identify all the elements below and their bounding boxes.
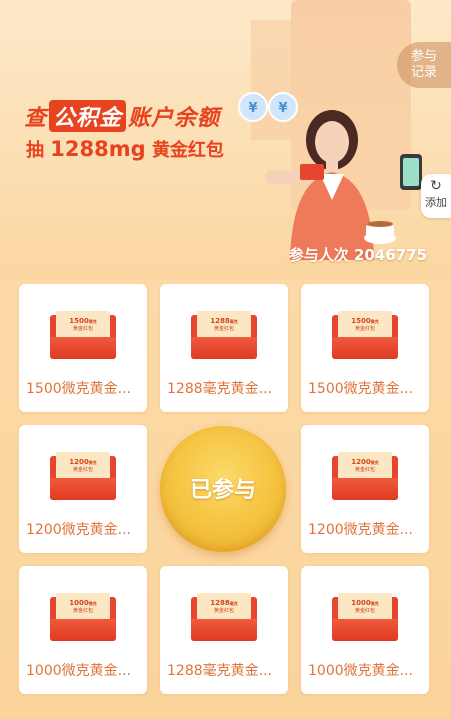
add-button[interactable]: ↻ 添加 (421, 174, 451, 218)
envelope-amount: 1500微克 (69, 317, 97, 325)
envelope-front (332, 478, 398, 500)
envelope-amount: 1288毫克 (210, 599, 238, 607)
envelope-front (332, 337, 398, 359)
prize-label: 1200微克黄金... (26, 522, 131, 538)
record-line2: 记录 (410, 65, 437, 80)
envelope-label: 黄金红包 (354, 326, 375, 332)
prize-label: 1288毫克黄金... (167, 381, 272, 397)
prize-card[interactable]: 1000微克 黄金红包 1000微克黄金... (19, 566, 147, 694)
envelope-front (50, 337, 116, 359)
prize-label: 1200微克黄金... (308, 522, 413, 538)
add-label: 添加 (425, 196, 447, 209)
envelope-label: 黄金红包 (72, 326, 93, 332)
envelope-amount: 1500微克 (351, 317, 379, 325)
prize-card[interactable]: 1288毫克 黄金红包 1288毫克黄金... (160, 284, 288, 412)
prize-card[interactable]: 1200微克 黄金红包 1200微克黄金... (19, 425, 147, 553)
prize-label: 1000微克黄金... (308, 663, 413, 679)
headline: 查公积金 账户余额 (24, 100, 220, 132)
prize-card[interactable]: 1200微克 黄金红包 1200微克黄金... (301, 425, 429, 553)
envelope-front (191, 337, 257, 359)
record-line1: 参与 (410, 49, 437, 64)
prize-card[interactable]: 1288毫克 黄金红包 1288毫克黄金... (160, 566, 288, 694)
red-envelope-icon: 1288毫克 黄金红包 (191, 593, 257, 641)
subline: 抽 1288mg 黄金红包 (26, 136, 224, 162)
participated-button[interactable]: 已参与 (158, 424, 288, 554)
envelope-amount: 1200微克 (351, 458, 379, 466)
red-envelope-icon: 1288毫克 黄金红包 (191, 311, 257, 359)
red-envelope-icon: 1000微克 黄金红包 (332, 593, 398, 641)
prize-label: 1000微克黄金... (26, 663, 131, 679)
headline-pre: 查 (24, 106, 48, 131)
envelope-label: 黄金红包 (213, 326, 234, 332)
envelope-amount: 1000微克 (351, 599, 379, 607)
envelope-label: 黄金红包 (72, 608, 93, 614)
red-envelope-icon: 1000微克 黄金红包 (50, 593, 116, 641)
envelope-label: 黄金红包 (354, 608, 375, 614)
prize-card[interactable]: 1500微克 黄金红包 1500微克黄金... (301, 284, 429, 412)
red-envelope-icon: 1200微克 黄金红包 (332, 452, 398, 500)
participant-count: 参与人次 2046775 (289, 244, 427, 265)
envelope-amount: 1000微克 (69, 599, 97, 607)
subline-post: 黄金红包 (151, 140, 224, 161)
envelope-front (50, 478, 116, 500)
envelope-label: 黄金红包 (72, 467, 93, 473)
envelope-amount: 1288毫克 (210, 317, 238, 325)
prize-label: 1500微克黄金... (308, 381, 413, 397)
prize-label: 1500微克黄金... (26, 381, 131, 397)
red-envelope-icon: 1500微克 黄金红包 (332, 311, 398, 359)
participated-label: 已参与 (189, 478, 256, 503)
prize-card[interactable]: 1500微克 黄金红包 1500微克黄金... (19, 284, 147, 412)
prize-card[interactable]: 1000微克 黄金红包 1000微克黄金... (301, 566, 429, 694)
participants-value: 2046775 (353, 246, 427, 264)
hero-banner: 查公积金 账户余额 抽 1288mg 黄金红包 ¥ ¥ 参与 记录 ↻ 添加 参与… (0, 0, 451, 280)
participation-record-button[interactable]: 参与 记录 (397, 42, 451, 88)
prize-label: 1288毫克黄金... (167, 663, 272, 679)
subline-pre: 抽 (26, 140, 44, 161)
envelope-front (332, 619, 398, 641)
envelope-front (50, 619, 116, 641)
participants-label: 参与人次 (288, 246, 349, 264)
headline-highlight: 公积金 (49, 100, 127, 132)
subline-amount: 1288mg (50, 137, 146, 161)
refresh-icon: ↻ (430, 178, 442, 194)
red-envelope-icon: 1500微克 黄金红包 (50, 311, 116, 359)
headline-post: 账户余额 (128, 106, 221, 131)
envelope-label: 黄金红包 (213, 608, 234, 614)
envelope-amount: 1200微克 (69, 458, 97, 466)
red-envelope-icon: 1200微克 黄金红包 (50, 452, 116, 500)
envelope-label: 黄金红包 (354, 467, 375, 473)
woman-illustration (266, 110, 422, 260)
envelope-front (191, 619, 257, 641)
